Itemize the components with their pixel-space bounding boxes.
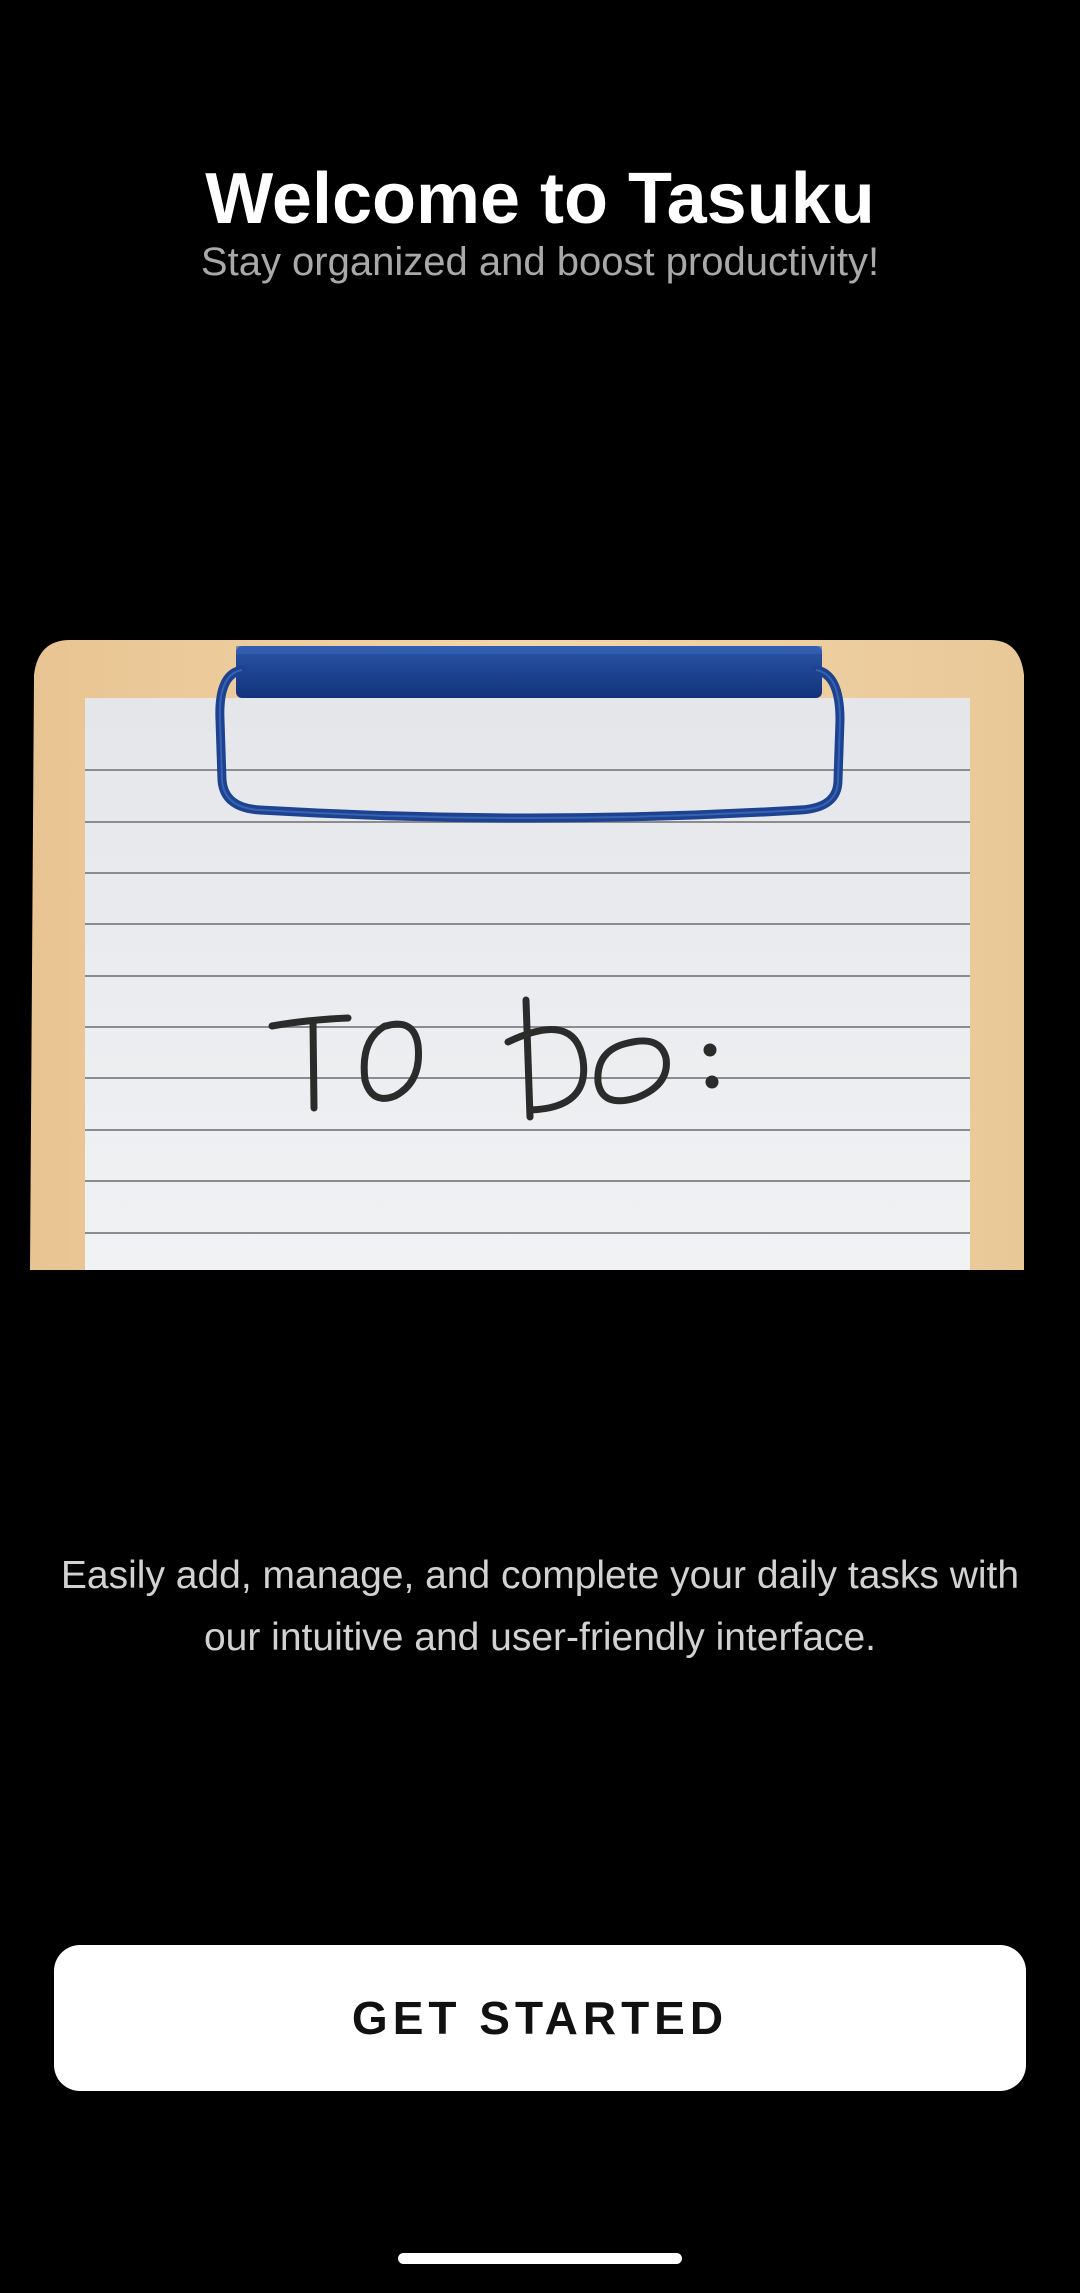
get-started-button[interactable]: GET STARTED bbox=[54, 1945, 1026, 2091]
home-indicator[interactable] bbox=[398, 2253, 682, 2264]
page-title: Welcome to Tasuku bbox=[205, 159, 875, 240]
intro-description: Easily add, manage, and complete your da… bbox=[60, 1554, 1020, 1659]
page-subtitle: Stay organized and boost productivity! bbox=[200, 240, 880, 284]
todo-clipboard-image bbox=[30, 630, 1025, 1270]
